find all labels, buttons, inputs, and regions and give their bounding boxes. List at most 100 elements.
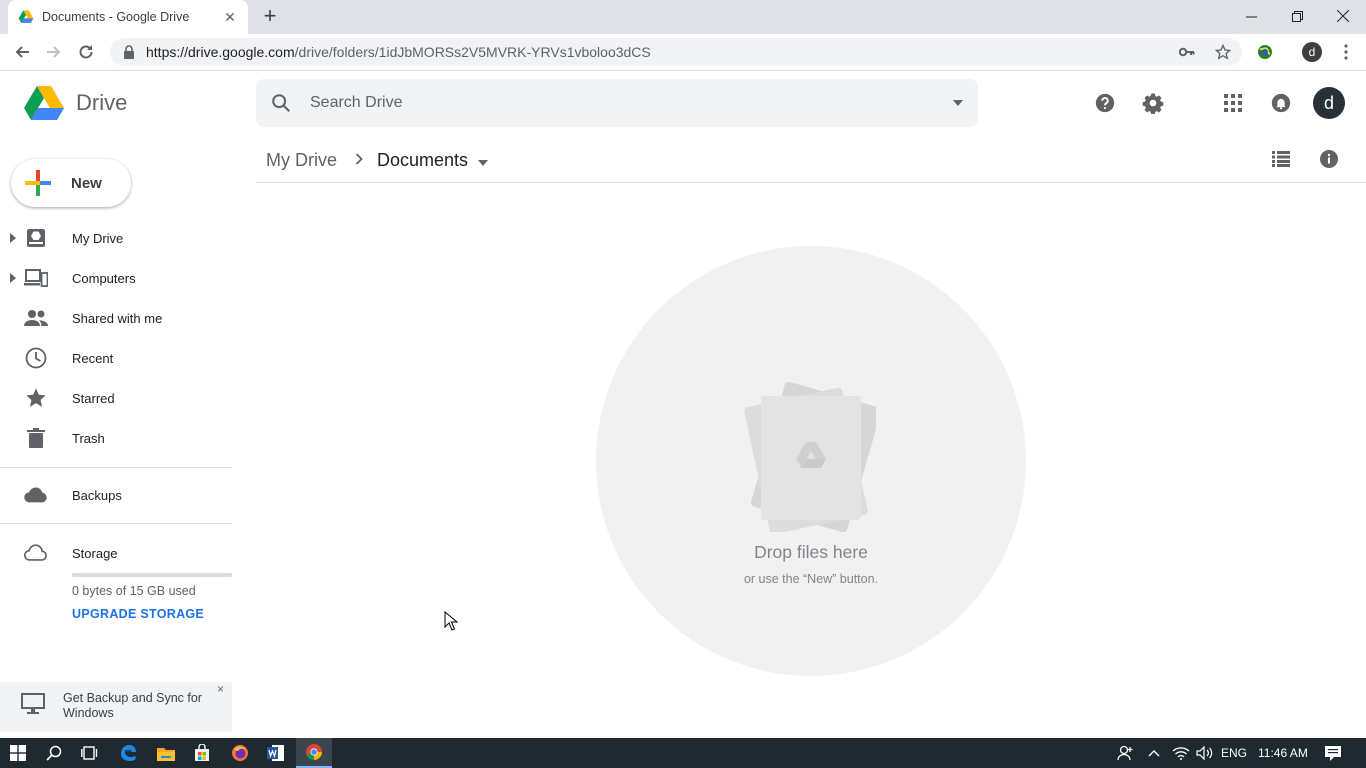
browser-toolbar: https://drive.google.com/drive/folders/1… <box>0 34 1366 71</box>
wifi-icon[interactable] <box>1172 738 1190 768</box>
sidebar-item-label: Storage <box>72 545 118 561</box>
chrome-menu-icon[interactable] <box>1333 40 1359 64</box>
promo-close-icon[interactable]: × <box>217 682 224 696</box>
search-options-dropdown-icon[interactable] <box>938 100 978 106</box>
file-explorer-icon[interactable] <box>148 738 184 768</box>
microsoft-store-icon[interactable] <box>184 738 220 768</box>
empty-folder-illustration-icon <box>744 382 876 532</box>
sidebar-item-label: Trash <box>72 430 105 446</box>
drive-logo[interactable]: Drive <box>24 86 127 120</box>
address-bar[interactable]: https://drive.google.com/drive/folders/1… <box>110 38 1242 66</box>
sidebar-item-label: Backups <box>72 487 122 503</box>
search-placeholder: Search Drive <box>310 94 403 111</box>
bookmark-star-icon[interactable] <box>1210 38 1236 66</box>
word-app-icon[interactable] <box>258 738 294 768</box>
close-window-button[interactable] <box>1320 0 1366 32</box>
list-view-icon[interactable] <box>1267 145 1295 173</box>
breadcrumb: My Drive Documents <box>266 146 489 174</box>
sidebar-item-storage[interactable]: Storage <box>0 533 232 573</box>
storage-used-text: 0 bytes of 15 GB used <box>72 584 196 598</box>
back-button[interactable] <box>9 40 35 64</box>
sidebar-item-trash[interactable]: Trash <box>0 418 232 458</box>
drive-logo-icon <box>24 86 64 120</box>
windows-start-icon[interactable] <box>0 738 36 768</box>
backup-sync-promo[interactable]: Get Backup and Sync for Windows × <box>0 682 232 732</box>
drive-favicon-icon <box>18 10 34 23</box>
action-center-icon[interactable] <box>1325 738 1341 768</box>
taskbar-search-icon[interactable] <box>36 738 72 768</box>
browser-tab-strip: Documents - Google Drive ✕ + <box>0 0 1366 34</box>
chrome-app-icon[interactable] <box>296 738 332 768</box>
lock-icon <box>124 45 134 59</box>
folder-menu-dropdown-icon[interactable] <box>478 150 489 171</box>
sidebar-item-recent[interactable]: Recent <box>0 338 232 378</box>
reload-button[interactable] <box>73 40 99 64</box>
cloud-outline-icon <box>24 541 48 565</box>
plus-icon <box>25 170 51 196</box>
breadcrumb-my-drive[interactable]: My Drive <box>266 150 337 171</box>
cloud-icon <box>24 483 48 507</box>
search-drive-input[interactable]: Search Drive <box>256 79 978 127</box>
new-button[interactable]: New <box>11 159 131 207</box>
windows-taskbar: ENG 11:46 AM <box>0 738 1366 768</box>
sidebar-item-label: Computers <box>72 270 136 286</box>
sidebar-divider <box>0 467 232 468</box>
profile-avatar[interactable]: d <box>1299 40 1325 64</box>
sidebar-item-computers[interactable]: Computers <box>0 258 232 298</box>
minimize-button[interactable] <box>1228 0 1274 32</box>
url-path: /drive/folders/1idJbMORSs2V5MVRK-YRVs1vb… <box>294 44 651 60</box>
breadcrumb-current-folder[interactable]: Documents <box>377 150 468 171</box>
sidebar-item-label: My Drive <box>72 230 124 246</box>
system-clock[interactable]: 11:46 AM <box>1258 738 1308 768</box>
storage-usage-bar <box>72 573 232 577</box>
settings-gear-icon[interactable] <box>1139 89 1167 117</box>
people-tray-icon[interactable] <box>1116 738 1134 768</box>
forward-button[interactable] <box>41 40 67 64</box>
firefox-icon[interactable] <box>222 738 258 768</box>
help-icon[interactable] <box>1091 89 1119 117</box>
drop-files-title: Drop files here <box>754 542 868 562</box>
details-info-icon[interactable] <box>1315 145 1343 173</box>
computers-icon <box>24 266 48 290</box>
sidebar-item-label: Recent <box>72 350 114 366</box>
restore-button[interactable] <box>1274 0 1320 32</box>
expand-arrow-icon[interactable] <box>9 273 17 283</box>
account-avatar[interactable]: d <box>1313 87 1345 119</box>
sidebar-item-label: Shared with me <box>72 310 163 326</box>
mouse-cursor-icon <box>444 611 458 631</box>
new-button-label: New <box>71 174 102 192</box>
sidebar-item-starred[interactable]: Starred <box>0 378 232 418</box>
desktop-computer-icon <box>21 693 45 714</box>
upgrade-storage-link[interactable]: UPGRADE STORAGE <box>72 607 204 621</box>
trash-icon <box>24 426 48 450</box>
promo-text: Get Backup and Sync for Windows <box>63 691 202 720</box>
extension-icon[interactable] <box>1252 40 1278 64</box>
tab-title: Documents - Google Drive <box>42 10 190 24</box>
input-language-indicator[interactable]: ENG <box>1221 738 1247 768</box>
sidebar-item-my-drive[interactable]: My Drive <box>0 218 232 258</box>
edge-browser-icon[interactable] <box>110 738 146 768</box>
drop-zone[interactable] <box>596 246 1026 676</box>
star-icon <box>24 386 48 410</box>
sidebar-item-shared-with-me[interactable]: Shared with me <box>0 298 232 338</box>
apps-grid-icon[interactable] <box>1219 89 1247 117</box>
url-text: https://drive.google.com/drive/folders/1… <box>146 44 651 60</box>
chevron-right-icon <box>355 152 363 168</box>
task-view-icon[interactable] <box>72 738 108 768</box>
drive-logo-text: Drive <box>76 90 128 115</box>
clock-icon <box>24 346 48 370</box>
header-divider <box>256 182 1366 183</box>
browser-tab-active[interactable]: Documents - Google Drive ✕ <box>8 0 248 34</box>
shared-people-icon <box>24 306 48 330</box>
url-host: https://drive.google.com <box>146 44 295 60</box>
key-icon[interactable] <box>1174 38 1200 66</box>
tab-close-icon[interactable]: ✕ <box>222 9 238 26</box>
show-hidden-icons-chevron-icon[interactable] <box>1148 738 1160 768</box>
drop-files-subtitle: or use the “New” button. <box>743 572 879 586</box>
notifications-bell-icon[interactable] <box>1267 89 1295 117</box>
sidebar-item-backups[interactable]: Backups <box>0 475 232 515</box>
volume-icon[interactable] <box>1196 738 1214 768</box>
expand-arrow-icon[interactable] <box>9 233 17 243</box>
new-tab-button[interactable]: + <box>258 5 282 29</box>
search-icon[interactable] <box>270 92 292 114</box>
